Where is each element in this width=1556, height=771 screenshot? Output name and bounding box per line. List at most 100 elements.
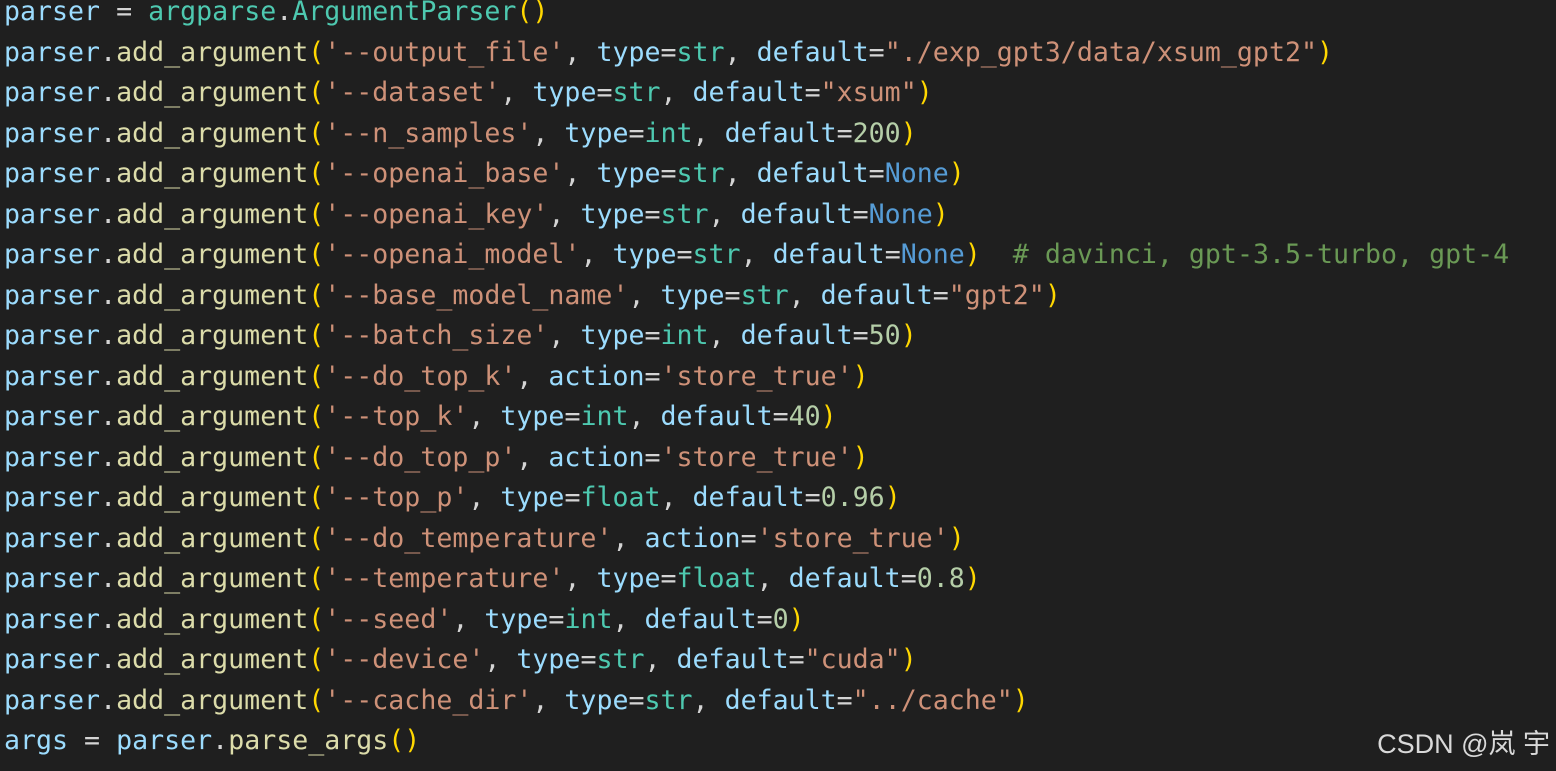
code-token-type: str xyxy=(676,36,725,68)
code-token-plain: , xyxy=(532,117,565,149)
code-token-plain: = xyxy=(596,77,613,108)
code-token-paren: ( xyxy=(308,360,325,392)
code-token-fn: add_argument xyxy=(116,401,309,432)
code-token-kw: None xyxy=(868,198,933,230)
code-line: parser.add_argument('--openai_base', typ… xyxy=(4,154,965,194)
csdn-watermark: CSDN @岚 宇 xyxy=(1377,729,1550,759)
code-token-var: type xyxy=(532,77,597,108)
code-token-plain: = xyxy=(564,482,581,513)
code-token-paren: ) xyxy=(1012,684,1029,716)
code-token-paren: ( xyxy=(308,441,325,473)
code-token-num: 200 xyxy=(852,117,901,149)
code-token-var: parser xyxy=(4,482,101,513)
code-token-paren: ( xyxy=(308,36,325,68)
code-line: parser.add_argument('--device', type=str… xyxy=(4,640,917,680)
code-token-plain: . xyxy=(100,77,117,108)
code-token-type: str xyxy=(660,198,709,230)
code-token-fn: add_argument xyxy=(116,279,309,311)
code-token-type: str xyxy=(740,279,789,311)
code-token-plain: , xyxy=(612,603,645,635)
code-token-plain: . xyxy=(100,603,117,635)
code-token-str: '--top_k' xyxy=(324,401,469,432)
code-token-var: parser xyxy=(4,522,101,554)
code-token-var: type xyxy=(580,198,645,230)
code-token-var: type xyxy=(660,279,725,311)
code-token-plain: , xyxy=(500,77,533,108)
code-line: parser.add_argument('--n_samples', type=… xyxy=(4,114,917,154)
code-token-plain: . xyxy=(100,644,117,675)
code-token-fn: add_argument xyxy=(116,77,309,108)
code-token-fn: add_argument xyxy=(116,522,309,554)
code-token-plain: . xyxy=(100,522,117,554)
code-token-plain: , xyxy=(516,441,549,473)
code-token-plain: , xyxy=(548,198,581,230)
code-token-plain: = xyxy=(644,441,661,473)
code-token-plain: , xyxy=(468,482,501,513)
code-token-plain: , xyxy=(628,401,661,432)
code-token-var: default xyxy=(740,320,853,351)
code-line: parser = argparse.ArgumentParser() xyxy=(4,0,548,32)
code-token-cls: argparse xyxy=(148,0,277,27)
code-token-paren: ( xyxy=(308,563,325,594)
code-token-paren: () xyxy=(516,0,549,27)
code-token-plain: , xyxy=(628,279,661,311)
code-token-str: '--dataset' xyxy=(324,77,501,108)
code-token-plain: , xyxy=(564,563,597,594)
code-token-fn: add_argument xyxy=(116,603,309,635)
code-token-plain: , xyxy=(532,684,565,716)
code-token-var: type xyxy=(564,684,629,716)
code-token-var: default xyxy=(772,239,885,270)
code-token-plain: , xyxy=(516,360,549,392)
code-token-plain: , xyxy=(756,563,789,594)
code-line: parser.add_argument('--do_top_k', action… xyxy=(4,357,869,397)
code-token-str: '--do_top_k' xyxy=(324,360,517,392)
code-token-var: parser xyxy=(4,644,101,675)
code-token-var: args xyxy=(4,725,69,756)
code-token-fn: add_argument xyxy=(116,563,309,594)
code-token-plain: = xyxy=(884,239,901,270)
code-token-plain: . xyxy=(100,36,117,68)
code-token-var: type xyxy=(612,239,677,270)
code-token-paren: ( xyxy=(308,117,325,149)
code-token-comment: # davinci, gpt-3.5-turbo, gpt-4 xyxy=(1012,239,1510,270)
code-token-var: action xyxy=(644,522,741,554)
code-token-plain: , xyxy=(644,644,677,675)
code-token-var: type xyxy=(596,36,661,68)
code-token-str: '--output_file' xyxy=(324,36,565,68)
code-token-plain: . xyxy=(100,279,117,311)
code-token-num: 40 xyxy=(788,401,821,432)
code-token-str: '--seed' xyxy=(324,603,453,635)
code-token-paren: ) xyxy=(820,401,837,432)
code-token-plain: , xyxy=(660,482,693,513)
code-token-paren: ( xyxy=(308,279,325,311)
code-token-paren: ( xyxy=(308,603,325,635)
code-token-paren: ) xyxy=(948,158,965,189)
code-token-plain: = xyxy=(932,279,949,311)
code-token-paren: ( xyxy=(308,644,325,675)
code-token-fn: add_argument xyxy=(116,158,309,189)
code-token-paren: ) xyxy=(852,441,869,473)
code-token-plain: , xyxy=(788,279,821,311)
code-token-plain: . xyxy=(100,684,117,716)
code-token-plain: , xyxy=(692,684,725,716)
code-token-paren: ( xyxy=(308,198,325,230)
code-token-type: str xyxy=(612,77,661,108)
code-token-str: "./exp_gpt3/data/xsum_gpt2" xyxy=(884,36,1317,68)
code-token-plain: , xyxy=(468,401,501,432)
code-token-plain: . xyxy=(100,482,117,513)
code-token-var: default xyxy=(756,158,869,189)
code-token-plain: = xyxy=(660,563,677,594)
code-token-str: '--device' xyxy=(324,644,485,675)
code-token-plain: = xyxy=(900,563,917,594)
code-token-kw: None xyxy=(884,158,949,189)
code-line: parser.add_argument('--top_k', type=int,… xyxy=(4,397,837,437)
code-token-str: "gpt2" xyxy=(948,279,1045,311)
code-token-var: type xyxy=(484,603,549,635)
code-token-paren: ( xyxy=(308,77,325,108)
code-token-paren: ) xyxy=(884,482,901,513)
code-token-plain: . xyxy=(100,117,117,149)
code-line: parser.add_argument('--dataset', type=st… xyxy=(4,73,933,113)
code-token-var: default xyxy=(820,279,933,311)
code-line: parser.add_argument('--do_temperature', … xyxy=(4,519,965,559)
code-token-plain: , xyxy=(564,158,597,189)
